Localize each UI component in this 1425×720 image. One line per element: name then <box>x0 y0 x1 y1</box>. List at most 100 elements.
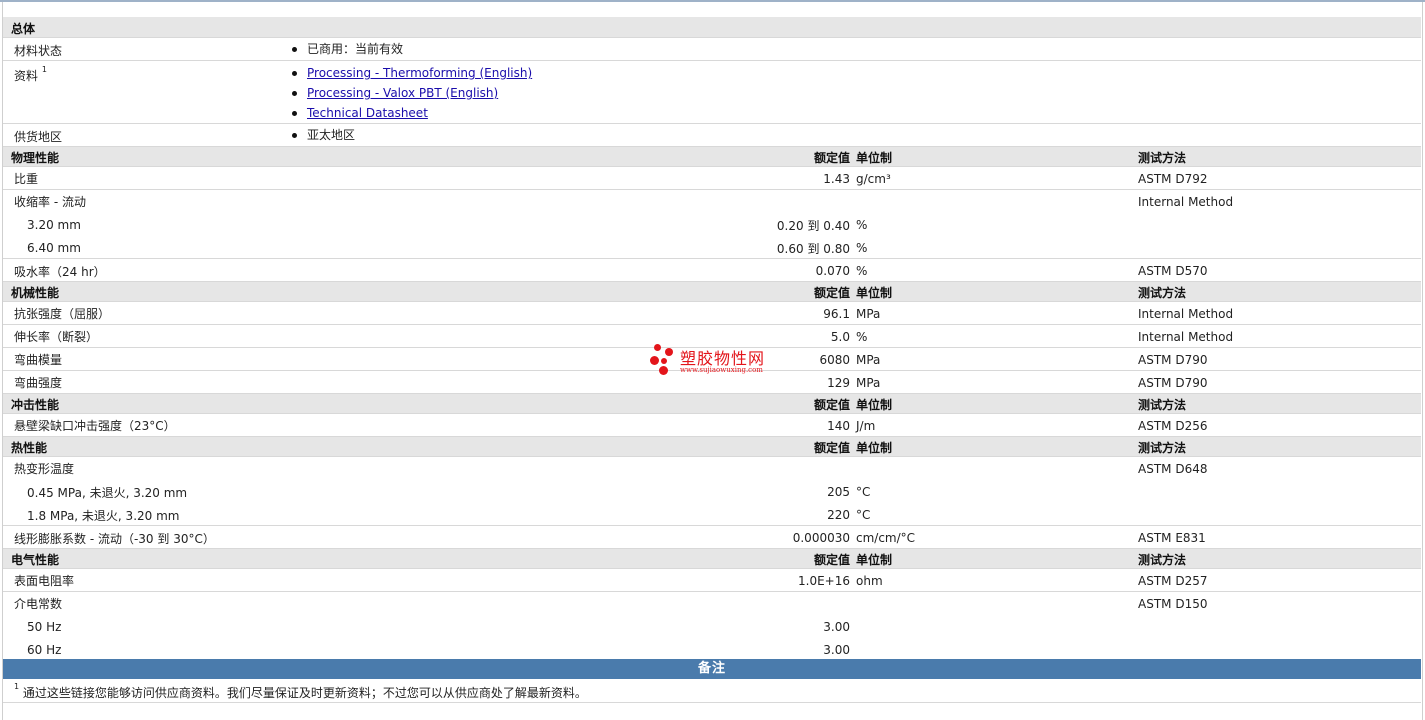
doc-link-datasheet[interactable]: Technical Datasheet <box>307 106 428 120</box>
test-method: ASTM D790 <box>1138 353 1208 367</box>
property-value: 0.20 到 0.40 <box>776 219 850 233</box>
header-rated: 额定值 <box>813 441 850 455</box>
property-label: 介电常数 <box>14 597 63 611</box>
supply-label: 供货地区 <box>14 130 63 144</box>
property-label: 伸长率（断裂） <box>14 330 99 344</box>
property-unit: °C <box>856 485 871 499</box>
property-value: 3.00 <box>823 620 850 634</box>
property-label: 悬壁梁缺口冲击强度（23°C） <box>14 419 176 433</box>
property-label: 收缩率 - 流动 <box>14 195 86 209</box>
test-method: Internal Method <box>1138 307 1234 321</box>
logo-dot-icon <box>665 348 673 356</box>
sub-property-label: 0.45 MPa, 未退火, 3.20 mm <box>27 486 188 500</box>
header-unit: 单位制 <box>856 441 893 455</box>
header-method: 测试方法 <box>1138 286 1187 300</box>
property-value: 129 <box>827 376 850 390</box>
status-label: 材料状态 <box>14 44 63 58</box>
section-header-impact: 冲击性能 额定值 单位制 测试方法 <box>3 394 1421 414</box>
test-method: ASTM D570 <box>1138 264 1208 278</box>
header-unit: 单位制 <box>856 151 893 165</box>
sub-property-label: 6.40 mm <box>27 241 81 255</box>
property-value: 3.00 <box>823 643 850 657</box>
property-unit: cm/cm/°C <box>856 531 916 545</box>
test-method: ASTM D792 <box>1138 172 1208 186</box>
table-row: 抗张强度（屈服） 96.1 MPa Internal Method <box>3 302 1421 325</box>
list-item: Processing - Valox PBT (English) <box>291 83 532 103</box>
table-row-status: 材料状态 已商用：当前有效 <box>3 38 1421 61</box>
property-unit: MPa <box>856 307 881 321</box>
property-value: 5.0 <box>830 330 850 344</box>
property-value: 140 <box>827 419 850 433</box>
status-value: 已商用：当前有效 <box>291 39 403 59</box>
footnote: 1 通过这些链接您能够访问供应商资料。我们尽量保证及时更新资料；不过您可以从供应… <box>3 680 1421 703</box>
property-label: 弯曲模量 <box>14 353 63 367</box>
property-unit: % <box>856 264 868 278</box>
property-label: 线形膨胀系数 - 流动（-30 到 30°C） <box>14 532 215 546</box>
property-value: 0.60 到 0.80 <box>776 242 850 256</box>
section-header-physical: 物理性能 额定值 单位制 测试方法 <box>3 147 1421 167</box>
doc-link-thermoforming[interactable]: Processing - Thermoforming (English) <box>307 66 532 80</box>
property-value: 1.43 <box>823 172 850 186</box>
logo-dot-icon <box>654 344 661 351</box>
doc-link-valox[interactable]: Processing - Valox PBT (English) <box>307 86 498 100</box>
logo-dot-icon <box>650 356 659 365</box>
property-unit: % <box>856 218 868 232</box>
section-title: 机械性能 <box>11 286 60 300</box>
section-header-electrical: 电气性能 额定值 单位制 测试方法 <box>3 549 1421 569</box>
property-value: 96.1 <box>823 307 850 321</box>
section-header-thermal: 热性能 额定值 单位制 测试方法 <box>3 437 1421 457</box>
test-method: ASTM D648 <box>1138 462 1208 476</box>
table-row-docs: 资料 1 Processing - Thermoforming (English… <box>3 61 1421 124</box>
status-list: 已商用：当前有效 <box>291 39 403 59</box>
property-label: 表面电阻率 <box>14 574 75 588</box>
notes-header: 备注 <box>3 659 1421 679</box>
header-method: 测试方法 <box>1138 398 1187 412</box>
section-title: 冲击性能 <box>11 398 60 412</box>
property-unit: % <box>856 330 868 344</box>
header-rated: 额定值 <box>813 286 850 300</box>
property-unit: MPa <box>856 376 881 390</box>
property-value: 0.000030 <box>792 531 850 545</box>
section-title: 物理性能 <box>11 151 60 165</box>
property-unit: °C <box>856 508 871 522</box>
header-method: 测试方法 <box>1138 151 1187 165</box>
property-unit: g/cm³ <box>856 172 891 186</box>
docs-list: Processing - Thermoforming (English) Pro… <box>291 63 532 123</box>
watermark-url: www.sujiaowuxing.com <box>680 366 763 374</box>
sub-property-label: 50 Hz <box>27 620 62 634</box>
property-unit: MPa <box>856 353 881 367</box>
property-value: 220 <box>827 508 850 522</box>
section-title: 热性能 <box>11 441 48 455</box>
table-row-group: 收缩率 - 流动 Internal Method 3.20 mm 0.20 到 … <box>3 190 1421 259</box>
supply-value: 亚太地区 <box>291 125 355 145</box>
test-method: ASTM D256 <box>1138 419 1208 433</box>
property-value: 6080 <box>819 353 850 367</box>
test-method: ASTM D790 <box>1138 376 1208 390</box>
header-unit: 单位制 <box>856 398 893 412</box>
sub-property-label: 1.8 MPa, 未退火, 3.20 mm <box>27 509 180 523</box>
section-title: 电气性能 <box>11 553 60 567</box>
test-method: Internal Method <box>1138 330 1234 344</box>
header-rated: 额定值 <box>813 553 850 567</box>
header-rated: 额定值 <box>813 398 850 412</box>
property-label: 吸水率（24 hr） <box>14 265 106 279</box>
property-label: 比重 <box>14 172 39 186</box>
sub-property-label: 60 Hz <box>27 643 62 657</box>
test-method: ASTM E831 <box>1138 531 1206 545</box>
property-unit: % <box>856 241 868 255</box>
watermark-logo: 塑胶物性网 www.sujiaowuxing.com <box>648 344 788 378</box>
property-unit: ohm <box>856 574 883 588</box>
list-item: Processing - Thermoforming (English) <box>291 63 532 83</box>
table-row: 表面电阻率 1.0E+16 ohm ASTM D257 <box>3 569 1421 592</box>
test-method: ASTM D150 <box>1138 597 1208 611</box>
table-row-supply: 供货地区 亚太地区 <box>3 124 1421 147</box>
property-value: 0.070 <box>815 264 850 278</box>
section-header-mechanical: 机械性能 额定值 单位制 测试方法 <box>3 282 1421 302</box>
list-item: Technical Datasheet <box>291 103 532 123</box>
supply-list: 亚太地区 <box>291 125 355 145</box>
property-value: 205 <box>827 485 850 499</box>
table-row: 比重 1.43 g/cm³ ASTM D792 <box>3 167 1421 190</box>
table-row: 线形膨胀系数 - 流动（-30 到 30°C） 0.000030 cm/cm/°… <box>3 526 1421 549</box>
header-unit: 单位制 <box>856 553 893 567</box>
section-header-general: 总体 <box>3 17 1421 38</box>
